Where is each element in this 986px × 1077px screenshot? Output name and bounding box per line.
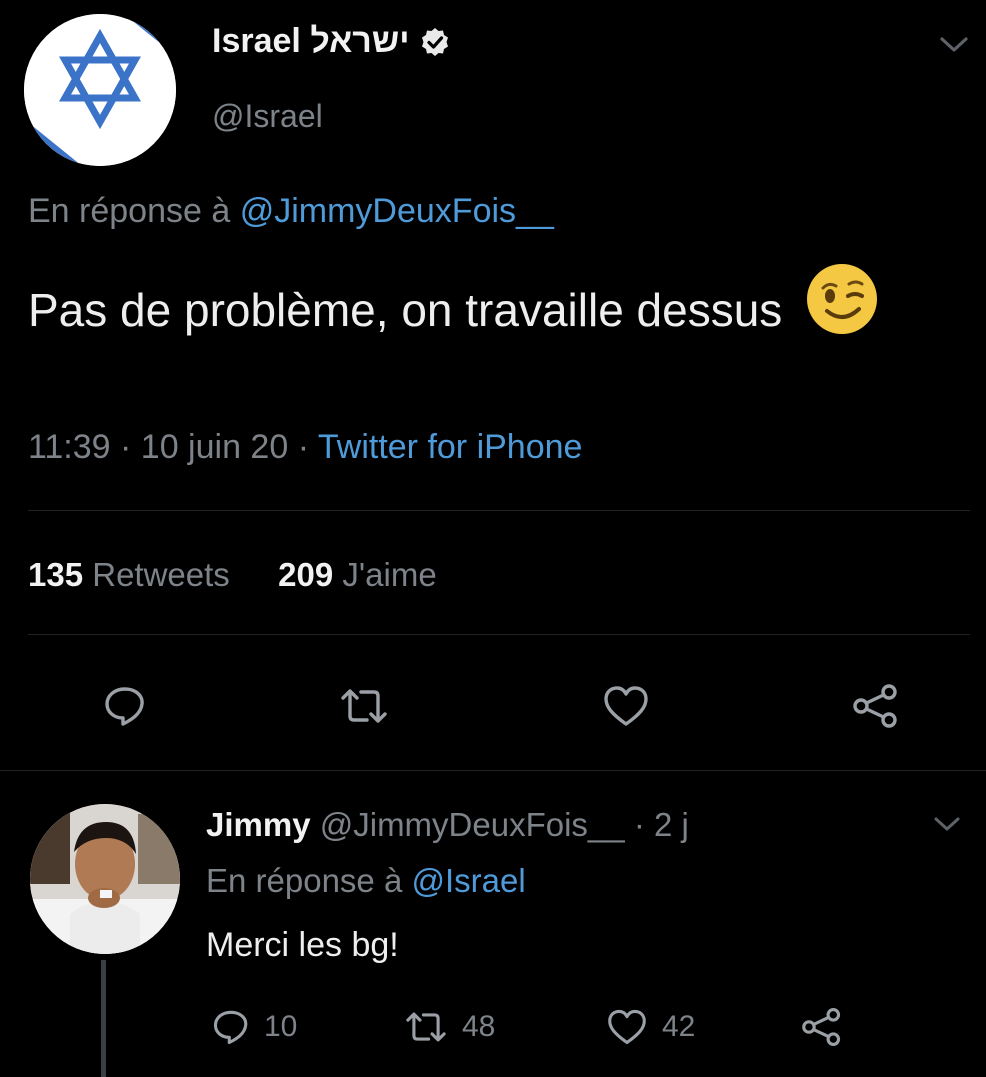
user-photo-icon	[30, 804, 180, 954]
divider	[0, 770, 986, 771]
reply-display-name[interactable]: Jimmy	[206, 806, 311, 843]
reply-age: 2 j	[653, 806, 689, 843]
reply-prefix: En réponse à	[206, 862, 403, 899]
retweet-icon	[341, 689, 387, 723]
like-button[interactable]	[596, 678, 656, 734]
verified-badge-icon	[421, 27, 448, 56]
reply-retweet-button[interactable]: 48	[404, 1002, 495, 1052]
share-nodes-icon	[853, 684, 897, 728]
retweets-stat[interactable]: 135 Retweets	[28, 556, 230, 593]
reply-text: Merci les bg!	[206, 926, 399, 964]
reply-likes-count: 42	[662, 1010, 696, 1043]
israel-handle[interactable]: @Israel	[212, 98, 323, 135]
reply-context: En réponse à @Israel	[206, 862, 526, 900]
reply-to-link[interactable]: @Israel	[411, 862, 525, 899]
reply-to-link[interactable]: @JimmyDeuxFois__	[240, 192, 554, 230]
reply-like-button[interactable]: 42	[606, 1002, 695, 1052]
israel-avatar[interactable]	[24, 14, 176, 166]
tweet-text: Pas de problème, on travaille dessus	[28, 262, 908, 358]
reply-button[interactable]	[95, 678, 155, 734]
meta-separator: ·	[120, 428, 141, 466]
reply-handle[interactable]: @JimmyDeuxFois__	[320, 806, 625, 843]
reply-header: Jimmy @JimmyDeuxFois__ · 2 j	[206, 806, 689, 844]
reply-prefix: En réponse à	[28, 192, 231, 230]
engagement-stats: 135 Retweets 209 J'aime	[28, 556, 437, 594]
tweet-time: 11:39	[28, 428, 111, 466]
retweets-count: 135	[28, 556, 84, 593]
divider	[28, 634, 970, 635]
retweets-label: Retweets	[92, 556, 230, 593]
winking-face-emoji-icon	[805, 262, 879, 358]
thread-connector-line	[101, 960, 106, 1077]
reply-context: En réponse à @JimmyDeuxFois__	[28, 192, 554, 231]
meta-separator: ·	[297, 428, 318, 466]
likes-stat[interactable]: 209 J'aime	[278, 556, 437, 593]
reply-retweets-count: 48	[462, 1010, 496, 1043]
star-of-david-flag-icon	[24, 14, 176, 166]
retweet-icon	[406, 1012, 446, 1042]
header-separator: ·	[633, 806, 654, 843]
retweet-button[interactable]	[334, 678, 394, 734]
chevron-down-icon[interactable]	[938, 30, 970, 58]
heart-icon	[608, 1009, 646, 1045]
tweet-source[interactable]: Twitter for iPhone	[318, 428, 583, 466]
chevron-down-icon[interactable]	[932, 812, 962, 836]
likes-label: J'aime	[342, 556, 437, 593]
israel-display-name[interactable]: Israel ישראל	[212, 22, 450, 61]
divider	[28, 510, 970, 511]
comment-bubble-icon	[213, 1010, 248, 1045]
comment-bubble-icon	[105, 687, 144, 726]
reply-comment-button[interactable]: 10	[212, 1002, 297, 1052]
display-name-text: Israel ישראל	[212, 22, 410, 60]
likes-count: 209	[278, 556, 334, 593]
jimmy-avatar[interactable]	[30, 804, 180, 954]
tweet-meta: 11:39 · 10 juin 20 · Twitter for iPhone	[28, 428, 582, 467]
heart-icon	[604, 686, 648, 726]
tweet-text-content: Pas de problème, on travaille dessus	[28, 284, 783, 336]
share-nodes-icon	[802, 1008, 841, 1046]
tweet-date[interactable]: 10 juin 20	[141, 428, 288, 466]
reply-share-button[interactable]	[800, 1002, 844, 1052]
share-button[interactable]	[846, 678, 906, 734]
reply-comments-count: 10	[264, 1010, 298, 1043]
